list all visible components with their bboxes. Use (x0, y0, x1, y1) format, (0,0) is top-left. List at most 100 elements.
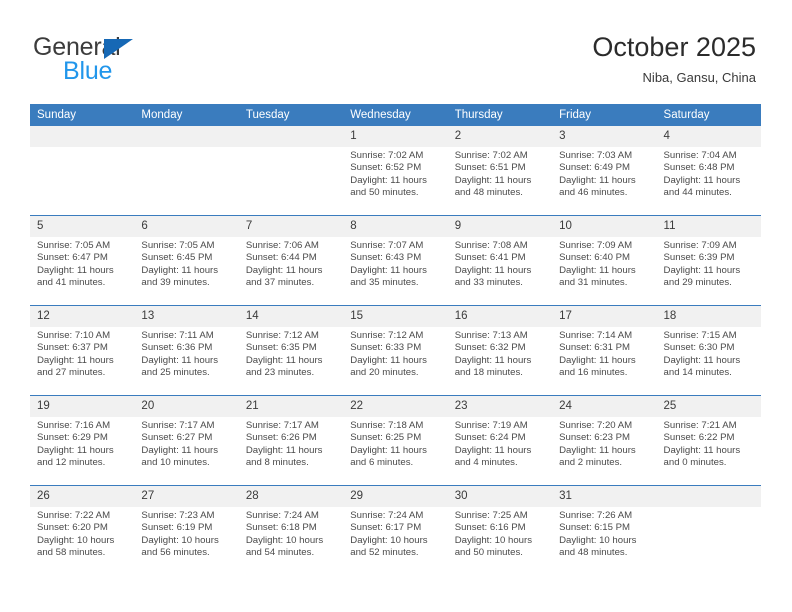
sunrise-text: Sunrise: 7:02 AM (454, 150, 528, 161)
day-number: 30 (447, 486, 553, 507)
calendar-day-cell[interactable]: 5 Sunrise: 7:05 AM Sunset: 6:47 PM Daylight… (30, 215, 135, 306)
sunrise-text: Sunrise: 7:23 AM (141, 510, 215, 521)
day-number: 5 (30, 216, 135, 237)
sunrise-text: Sunrise: 7:09 AM (559, 240, 633, 251)
sun-info: Sunrise: 7:02 AM Sunset: 6:52 PM Daylight:… (343, 147, 447, 200)
calendar-day-cell[interactable]: 12 Sunrise: 7:10 AM Sunset: 6:37 PM Dayligh… (30, 305, 135, 396)
daylight-text: Daylight: 11 hours and 12 minutes. (37, 444, 114, 469)
page-title: October 2025 (592, 32, 756, 62)
weekday-header-thursday: Thursday (447, 104, 553, 126)
calendar-day-cell[interactable]: 20 Sunrise: 7:17 AM Sunset: 6:27 PM Dayligh… (134, 395, 239, 486)
day-number: 26 (30, 486, 135, 507)
calendar-day-cell[interactable]: 7 Sunrise: 7:06 AM Sunset: 6:44 PM Daylight… (238, 215, 344, 306)
sunrise-text: Sunrise: 7:17 AM (245, 420, 319, 431)
sun-info: Sunrise: 7:14 AM Sunset: 6:31 PM Daylight:… (552, 327, 656, 380)
page-header: General Blue October 2025 Niba, Gansu, C… (0, 0, 792, 104)
sun-info: Sunrise: 7:17 AM Sunset: 6:26 PM Daylight:… (239, 417, 343, 470)
daylight-text: Daylight: 11 hours and 35 minutes. (350, 264, 427, 289)
sunrise-text: Sunrise: 7:16 AM (37, 420, 111, 431)
calendar-day-cell[interactable]: 1 Sunrise: 7:02 AM Sunset: 6:52 PM Daylight… (343, 126, 448, 216)
sunset-text: Sunset: 6:30 PM (663, 342, 735, 354)
sunrise-text: Sunrise: 7:21 AM (663, 420, 737, 431)
daylight-text: Daylight: 11 hours and 41 minutes. (37, 264, 114, 289)
sunrise-text: Sunrise: 7:26 AM (559, 510, 633, 521)
day-number: 3 (552, 126, 657, 147)
calendar-day-cell[interactable]: 27 Sunrise: 7:23 AM Sunset: 6:19 PM Dayligh… (134, 485, 239, 575)
calendar-day-cell[interactable]: 21 Sunrise: 7:17 AM Sunset: 6:26 PM Dayligh… (238, 395, 344, 486)
sunrise-text: Sunrise: 7:25 AM (454, 510, 528, 521)
calendar-day-cell[interactable]: 2 Sunrise: 7:02 AM Sunset: 6:51 PM Daylight… (447, 126, 553, 216)
calendar-day-cell[interactable]: 16 Sunrise: 7:13 AM Sunset: 6:32 PM Dayligh… (447, 305, 553, 396)
sunset-text: Sunset: 6:19 PM (141, 522, 213, 534)
calendar-day-cell[interactable]: 10 Sunrise: 7:09 AM Sunset: 6:40 PM Dayligh… (552, 215, 657, 306)
calendar-day-cell[interactable]: 30 Sunrise: 7:25 AM Sunset: 6:16 PM Dayligh… (447, 485, 553, 575)
sunset-text: Sunset: 6:45 PM (141, 252, 213, 264)
sunset-text: Sunset: 6:27 PM (141, 432, 213, 444)
sun-info: Sunrise: 7:09 AM Sunset: 6:40 PM Daylight:… (552, 237, 656, 290)
calendar-day-cell[interactable]: 22 Sunrise: 7:18 AM Sunset: 6:25 PM Dayligh… (343, 395, 448, 486)
sunrise-text: Sunrise: 7:09 AM (663, 240, 737, 251)
weekday-header-tuesday: Tuesday (238, 104, 344, 126)
daylight-text: Daylight: 11 hours and 0 minutes. (663, 444, 741, 469)
sun-info: Sunrise: 7:12 AM Sunset: 6:33 PM Daylight:… (343, 327, 447, 380)
calendar-day-cell[interactable]: 15 Sunrise: 7:12 AM Sunset: 6:33 PM Dayligh… (343, 305, 448, 396)
calendar-week-row: 5 Sunrise: 7:05 AM Sunset: 6:47 PM Daylight… (30, 215, 761, 306)
calendar-day-cell[interactable]: 29 Sunrise: 7:24 AM Sunset: 6:17 PM Dayligh… (343, 485, 448, 575)
calendar-week-row: 1 Sunrise: 7:02 AM Sunset: 6:52 PM Daylight… (30, 126, 761, 216)
sunrise-text: Sunrise: 7:04 AM (663, 150, 737, 161)
calendar-day-cell[interactable]: 6 Sunrise: 7:05 AM Sunset: 6:45 PM Daylight… (134, 215, 239, 306)
day-number: 1 (343, 126, 448, 147)
calendar-day-cell[interactable]: 26 Sunrise: 7:22 AM Sunset: 6:20 PM Dayligh… (30, 485, 135, 575)
calendar-day-cell[interactable]: 9 Sunrise: 7:08 AM Sunset: 6:41 PM Daylight… (447, 215, 553, 306)
calendar-day-cell[interactable]: 3 Sunrise: 7:03 AM Sunset: 6:49 PM Daylight… (552, 126, 657, 216)
calendar-day-cell[interactable]: 4 Sunrise: 7:04 AM Sunset: 6:48 PM Daylight… (656, 126, 761, 216)
daylight-text: Daylight: 11 hours and 29 minutes. (663, 264, 741, 289)
calendar-day-cell[interactable]: 19 Sunrise: 7:16 AM Sunset: 6:29 PM Dayligh… (30, 395, 135, 486)
calendar-day-cell[interactable]: 13 Sunrise: 7:11 AM Sunset: 6:36 PM Dayligh… (134, 305, 239, 396)
daylight-text: Daylight: 11 hours and 4 minutes. (454, 444, 532, 469)
generalblue-logo: General Blue (33, 33, 233, 85)
sunset-text: Sunset: 6:15 PM (559, 522, 631, 534)
day-number: 17 (552, 306, 657, 327)
calendar-day-cell[interactable]: 11 Sunrise: 7:09 AM Sunset: 6:39 PM Dayligh… (656, 215, 761, 306)
sun-info: Sunrise: 7:05 AM Sunset: 6:45 PM Daylight:… (134, 237, 238, 290)
calendar-day-cell[interactable]: 24 Sunrise: 7:20 AM Sunset: 6:23 PM Dayligh… (552, 395, 657, 486)
day-number: 12 (30, 306, 135, 327)
calendar-week-row: 19 Sunrise: 7:16 AM Sunset: 6:29 PM Dayligh… (30, 395, 761, 486)
day-number: 19 (30, 396, 135, 417)
calendar-day-cell[interactable]: 31 Sunrise: 7:26 AM Sunset: 6:15 PM Dayligh… (552, 485, 657, 575)
sunset-text: Sunset: 6:25 PM (350, 432, 422, 444)
title-block: October 2025 Niba, Gansu, China (592, 30, 756, 88)
sun-info: Sunrise: 7:05 AM Sunset: 6:47 PM Daylight:… (30, 237, 134, 290)
calendar-day-cell[interactable]: 17 Sunrise: 7:14 AM Sunset: 6:31 PM Dayligh… (552, 305, 657, 396)
sunset-text: Sunset: 6:23 PM (559, 432, 631, 444)
calendar-day-cell[interactable]: 25 Sunrise: 7:21 AM Sunset: 6:22 PM Dayligh… (656, 395, 761, 486)
calendar-day-cell[interactable]: 8 Sunrise: 7:07 AM Sunset: 6:43 PM Daylight… (343, 215, 448, 306)
calendar-day-cell[interactable]: 18 Sunrise: 7:15 AM Sunset: 6:30 PM Dayligh… (656, 305, 761, 396)
daylight-text: Daylight: 11 hours and 10 minutes. (141, 444, 219, 469)
sunrise-text: Sunrise: 7:07 AM (350, 240, 424, 251)
calendar-day-cell[interactable]: 28 Sunrise: 7:24 AM Sunset: 6:18 PM Dayligh… (238, 485, 344, 575)
daylight-text: Daylight: 11 hours and 37 minutes. (245, 264, 323, 289)
day-number (30, 126, 135, 147)
calendar-day-cell[interactable]: 23 Sunrise: 7:19 AM Sunset: 6:24 PM Dayligh… (447, 395, 553, 486)
sunrise-text: Sunrise: 7:12 AM (245, 330, 319, 341)
sunrise-text: Sunrise: 7:18 AM (350, 420, 424, 431)
day-number (656, 486, 761, 507)
calendar-day-cell[interactable]: 14 Sunrise: 7:12 AM Sunset: 6:35 PM Dayligh… (238, 305, 344, 396)
sunset-text: Sunset: 6:52 PM (350, 162, 422, 174)
sunrise-text: Sunrise: 7:17 AM (141, 420, 215, 431)
day-number: 22 (343, 396, 448, 417)
daylight-text: Daylight: 11 hours and 6 minutes. (350, 444, 427, 469)
sunrise-text: Sunrise: 7:12 AM (350, 330, 424, 341)
weekday-header-wednesday: Wednesday (343, 104, 448, 126)
sunset-text: Sunset: 6:37 PM (37, 342, 108, 354)
sun-info: Sunrise: 7:06 AM Sunset: 6:44 PM Daylight:… (239, 237, 343, 290)
sun-info: Sunrise: 7:16 AM Sunset: 6:29 PM Daylight:… (30, 417, 134, 470)
calendar-header-row: Sunday Monday Tuesday Wednesday Thursday Frid… (30, 104, 761, 126)
sunset-text: Sunset: 6:20 PM (37, 522, 108, 534)
sunset-text: Sunset: 6:47 PM (37, 252, 108, 264)
sunset-text: Sunset: 6:17 PM (350, 522, 422, 534)
day-number: 13 (134, 306, 239, 327)
weekday-header-sunday: Sunday (30, 104, 135, 126)
